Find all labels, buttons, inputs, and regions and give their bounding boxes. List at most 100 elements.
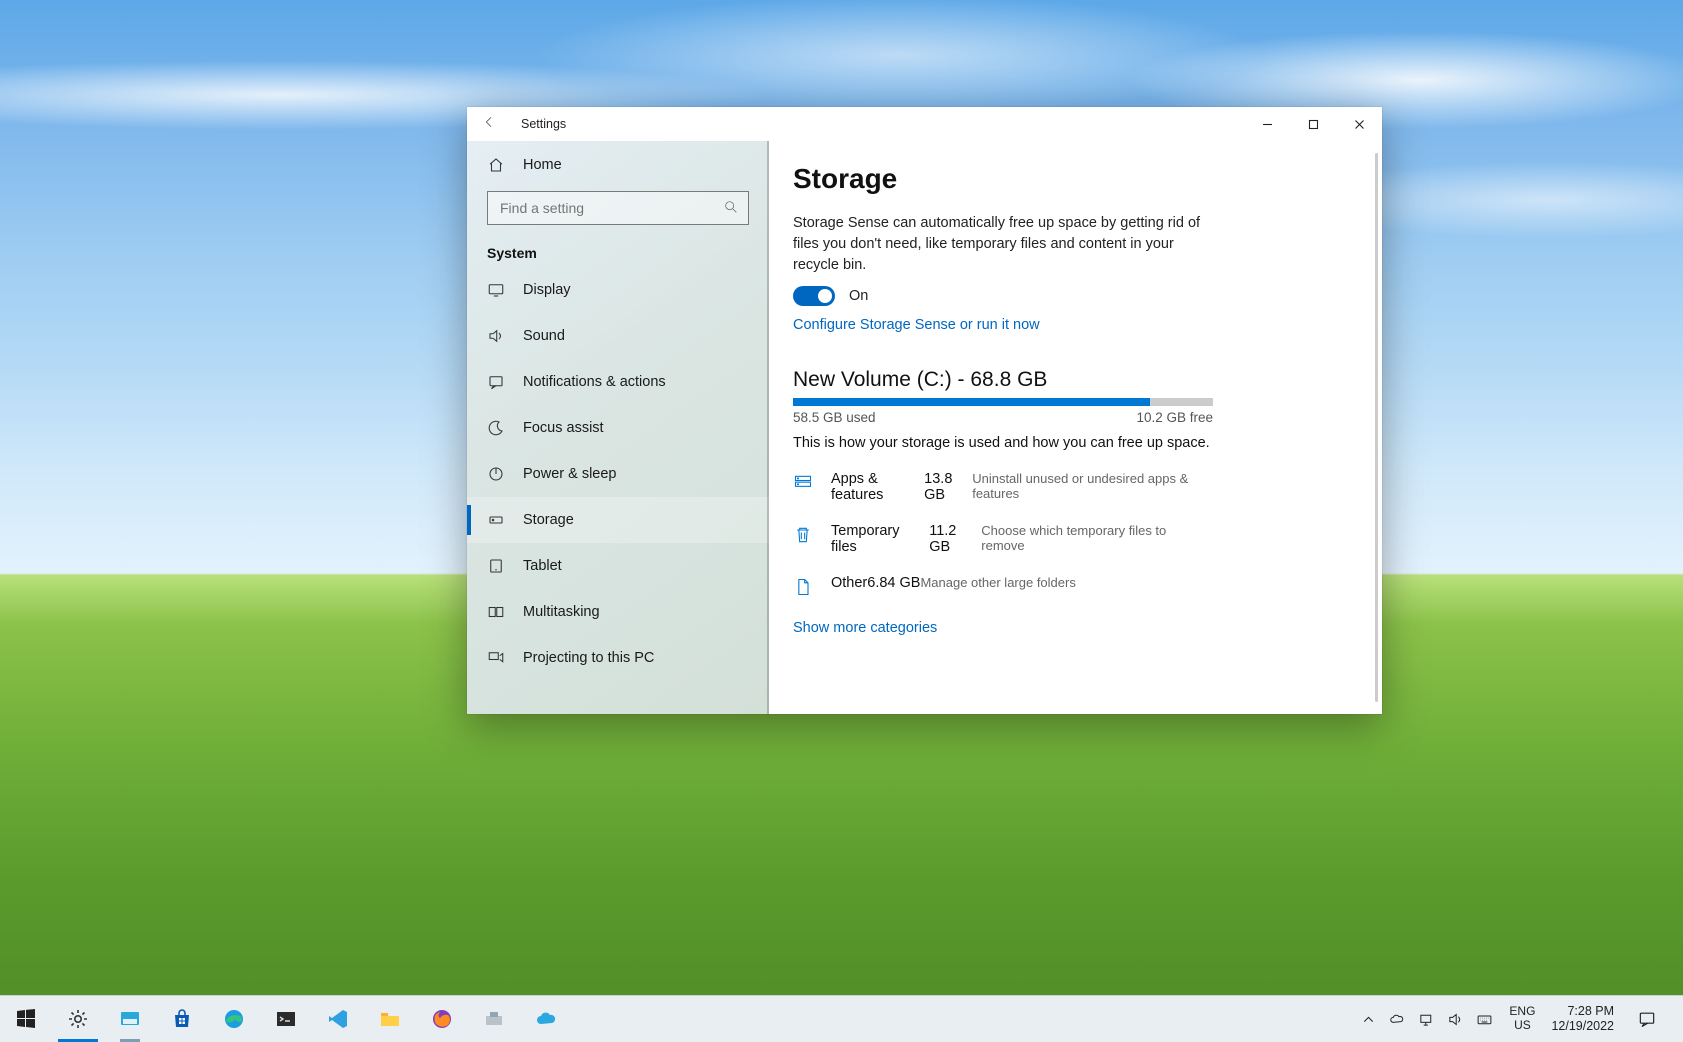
chevron-up-icon[interactable]: [1360, 1011, 1377, 1028]
taskbar-app-edge[interactable]: [208, 996, 260, 1042]
network-icon[interactable]: [1418, 1011, 1435, 1028]
moon-icon: [487, 419, 505, 437]
close-button[interactable]: [1336, 107, 1382, 141]
category-size: 13.8 GB: [924, 471, 972, 503]
volume-info: This is how your storage is used and how…: [793, 435, 1382, 451]
sidebar-item-label: Multitasking: [523, 604, 600, 620]
trash-icon: [793, 525, 813, 545]
category-name: Other: [831, 575, 867, 591]
settings-content: Storage Storage Sense can automatically …: [769, 141, 1382, 714]
apps-icon: [793, 473, 813, 493]
sidebar-item-label: Power & sleep: [523, 466, 617, 482]
taskbar-app-terminal[interactable]: [260, 996, 312, 1042]
language-indicator[interactable]: ENG US: [1503, 1005, 1541, 1033]
sidebar-item-notifications[interactable]: Notifications & actions: [467, 359, 769, 405]
keyboard-icon[interactable]: [1476, 1011, 1493, 1028]
gear-icon: [66, 1007, 90, 1031]
task-view-icon: [118, 1007, 142, 1031]
taskbar-app-vscode[interactable]: [312, 996, 364, 1042]
edge-icon: [222, 1007, 246, 1031]
category-temporary-files[interactable]: Temporary files 11.2 GB Choose which tem…: [793, 517, 1213, 569]
volume-usage-bar: [793, 398, 1213, 406]
sidebar-item-multitasking[interactable]: Multitasking: [467, 589, 769, 635]
settings-window: Settings Home System: [467, 107, 1382, 714]
lang-secondary: US: [1514, 1019, 1531, 1033]
volume-usage-fill: [793, 398, 1150, 406]
sidebar-item-label: Tablet: [523, 558, 562, 574]
sidebar-home[interactable]: Home: [467, 143, 769, 187]
start-button[interactable]: [0, 996, 52, 1042]
sidebar-item-focus-assist[interactable]: Focus assist: [467, 405, 769, 451]
sidebar-item-label: Focus assist: [523, 420, 604, 436]
category-sub: Manage other large folders: [920, 575, 1075, 591]
minimize-icon: [1262, 119, 1273, 130]
cloud-icon: [534, 1007, 558, 1031]
category-name: Apps & features: [831, 471, 924, 503]
search-wrap: [467, 187, 769, 235]
sound-icon: [487, 327, 505, 345]
close-icon: [1354, 119, 1365, 130]
system-tray: ENG US 7:28 PM 12/19/2022: [1350, 996, 1683, 1042]
clock[interactable]: 7:28 PM 12/19/2022: [1541, 1004, 1624, 1034]
storage-icon: [487, 511, 505, 529]
sidebar-item-label: Display: [523, 282, 571, 298]
search-icon: [723, 199, 739, 215]
toggle-label: On: [849, 288, 868, 304]
sidebar-item-projecting[interactable]: Projecting to this PC: [467, 635, 769, 681]
sidebar-item-display[interactable]: Display: [467, 267, 769, 313]
category-size: 11.2 GB: [929, 523, 981, 555]
titlebar: Settings: [467, 107, 1382, 141]
taskbar-app-store[interactable]: [156, 996, 208, 1042]
sidebar-item-label: Storage: [523, 512, 574, 528]
sidebar-item-label: Sound: [523, 328, 565, 344]
sidebar-item-sound[interactable]: Sound: [467, 313, 769, 359]
volume-free-label: 10.2 GB free: [1136, 410, 1213, 425]
settings-sidebar: Home System Display Sound Notifications …: [467, 141, 769, 714]
sidebar-item-power-sleep[interactable]: Power & sleep: [467, 451, 769, 497]
notifications-icon: [487, 373, 505, 391]
minimize-button[interactable]: [1244, 107, 1290, 141]
page-title: Storage: [793, 163, 1382, 195]
multitasking-icon: [487, 603, 505, 621]
maximize-button[interactable]: [1290, 107, 1336, 141]
home-icon: [487, 156, 505, 174]
folder-icon: [378, 1007, 402, 1031]
volume-icon[interactable]: [1447, 1011, 1464, 1028]
firefox-icon: [430, 1007, 454, 1031]
lang-primary: ENG: [1509, 1005, 1535, 1019]
taskbar-app-firefox[interactable]: [416, 996, 468, 1042]
terminal-icon: [274, 1007, 298, 1031]
storage-sense-description: Storage Sense can automatically free up …: [793, 213, 1213, 276]
window-title: Settings: [521, 117, 566, 131]
taskbar-app-generic-1[interactable]: [468, 996, 520, 1042]
sidebar-home-label: Home: [523, 157, 562, 173]
category-other[interactable]: Other 6.84 GB Manage other large folders: [793, 569, 1213, 616]
storage-sense-toggle[interactable]: [793, 286, 835, 306]
file-icon: [793, 577, 813, 597]
content-scrollbar[interactable]: [1375, 153, 1378, 702]
configure-storage-sense-link[interactable]: Configure Storage Sense or run it now: [793, 317, 1040, 333]
sidebar-section-header: System: [467, 235, 769, 267]
sidebar-item-storage[interactable]: Storage: [467, 497, 769, 543]
projecting-icon: [487, 649, 505, 667]
maximize-icon: [1308, 119, 1319, 130]
clock-date: 12/19/2022: [1551, 1019, 1614, 1034]
taskbar-app-settings[interactable]: [52, 996, 104, 1042]
taskbar: ENG US 7:28 PM 12/19/2022: [0, 995, 1683, 1042]
search-input[interactable]: [487, 191, 749, 225]
back-button[interactable]: [481, 114, 497, 135]
sidebar-item-tablet[interactable]: Tablet: [467, 543, 769, 589]
show-more-categories-link[interactable]: Show more categories: [793, 620, 937, 636]
action-center-button[interactable]: [1624, 1009, 1670, 1029]
taskbar-app-generic-2[interactable]: [520, 996, 572, 1042]
power-icon: [487, 465, 505, 483]
volume-used-label: 58.5 GB used: [793, 410, 876, 425]
category-apps-features[interactable]: Apps & features 13.8 GB Uninstall unused…: [793, 465, 1213, 517]
arrow-left-icon: [481, 114, 497, 130]
clock-time: 7:28 PM: [1567, 1004, 1614, 1019]
sidebar-item-label: Notifications & actions: [523, 374, 666, 390]
taskbar-app-task-view[interactable]: [104, 996, 156, 1042]
taskbar-app-file-explorer[interactable]: [364, 996, 416, 1042]
store-icon: [170, 1007, 194, 1031]
onedrive-icon[interactable]: [1389, 1011, 1406, 1028]
